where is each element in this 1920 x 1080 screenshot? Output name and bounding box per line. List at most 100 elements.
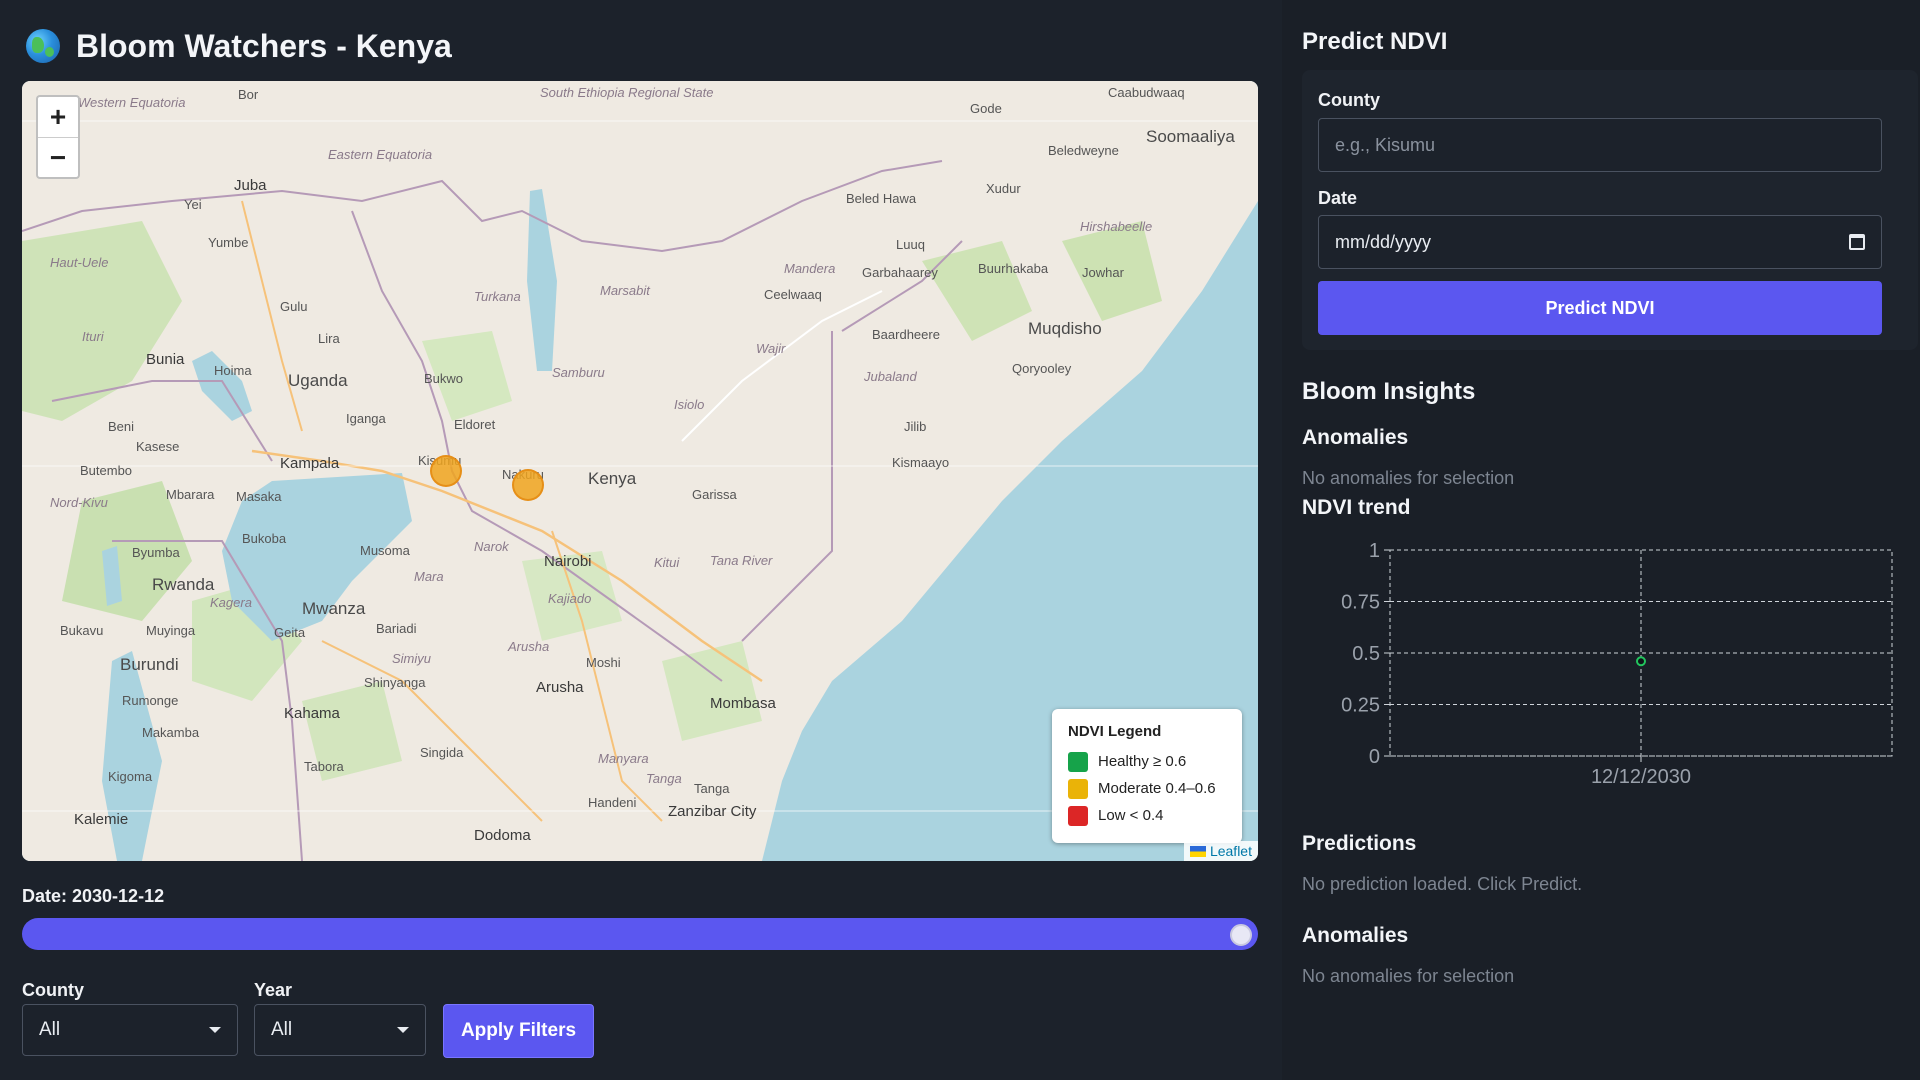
predict-county-input[interactable]: e.g., Kisumu: [1318, 118, 1882, 172]
map-label: Tana River: [710, 553, 773, 568]
predict-county-label: County: [1318, 90, 1380, 110]
map-label: Muyinga: [146, 623, 196, 638]
map-label: Jubaland: [864, 369, 917, 384]
map-label: Arusha: [536, 679, 584, 696]
map-label: Hoima: [214, 363, 252, 378]
map-label: South Ethiopia Regional State: [540, 85, 714, 100]
predict-date-input[interactable]: mm/dd/yyyy: [1318, 215, 1882, 269]
app-header: Bloom Watchers - Kenya: [26, 26, 452, 66]
map-label: Rwanda: [152, 575, 215, 594]
map-label: Kasese: [136, 439, 180, 454]
x-tick-label: 12/12/2030: [1591, 766, 1691, 788]
legend-label: Low < 0.4: [1098, 807, 1164, 824]
map-label: Ceelwaaq: [764, 287, 822, 302]
county-select-value: All: [39, 1019, 61, 1040]
legend-label: Healthy ≥ 0.6: [1098, 753, 1187, 770]
county-select[interactable]: All: [22, 1004, 238, 1056]
ndvi-legend: NDVI Legend Healthy ≥ 0.6 Moderate 0.4–0…: [1052, 709, 1242, 843]
date-slider[interactable]: [22, 918, 1258, 950]
map-label: Mwanza: [302, 599, 366, 618]
map-label: Kampala: [280, 455, 340, 472]
leaflet-link[interactable]: Leaflet: [1210, 843, 1252, 859]
map-label: Bunia: [146, 351, 185, 368]
map-label: Buurhakaba: [978, 261, 1049, 276]
year-filter-label: Year: [254, 980, 293, 1000]
apply-filters-button[interactable]: Apply Filters: [443, 1004, 594, 1058]
legend-title: NDVI Legend: [1068, 723, 1162, 740]
anomalies-heading-2: Anomalies: [1302, 924, 1409, 947]
map-label: Ituri: [82, 329, 104, 344]
map-label: Turkana: [474, 289, 521, 304]
map-label: Beledweyne: [1048, 143, 1119, 158]
ndvi-marker-nakuru[interactable]: [512, 469, 544, 501]
map-label: Gode: [970, 101, 1002, 116]
map-label: Kitui: [654, 555, 680, 570]
map-label: Nord-Kivu: [50, 495, 108, 510]
map-label: Simiyu: [392, 651, 432, 666]
y-tick-label: 0.5: [1352, 643, 1380, 665]
y-tick-label: 0.75: [1341, 592, 1380, 614]
county-input-placeholder: e.g., Kisumu: [1335, 134, 1436, 155]
map-label: Arusha: [508, 639, 550, 654]
predict-heading: Predict NDVI: [1302, 28, 1448, 55]
anomalies-heading: Anomalies: [1302, 426, 1409, 449]
legend-label: Moderate 0.4–0.6: [1098, 780, 1216, 797]
map-label: Beled Hawa: [846, 191, 917, 206]
map-label: Luuq: [896, 237, 925, 252]
chevron-down-icon: [209, 1027, 221, 1033]
map-label: Dodoma: [474, 827, 531, 844]
map-label: Mbarara: [166, 487, 215, 502]
map-label: Soomaaliya: [1146, 127, 1235, 146]
ndvi-trend-heading: NDVI trend: [1302, 496, 1411, 519]
predict-ndvi-button[interactable]: Predict NDVI: [1318, 281, 1882, 335]
map-label: Jowhar: [1082, 265, 1124, 280]
map-label: Mara: [414, 569, 444, 584]
globe-icon: [26, 29, 60, 63]
map-label: Mombasa: [710, 695, 776, 712]
ukraine-flag-icon: [1189, 845, 1206, 857]
map-label: Garbahaarey: [862, 265, 938, 280]
map-label: Baardheere: [872, 327, 940, 342]
map-label: Eastern Equatoria: [328, 147, 433, 162]
map-label: Kismaayo: [892, 455, 950, 470]
zoom-in-button[interactable]: +: [38, 97, 78, 137]
map-label: Bukavu: [60, 623, 104, 638]
map-label: Lira: [318, 331, 340, 346]
y-tick-label: 0.25: [1341, 695, 1380, 717]
calendar-icon[interactable]: [1849, 234, 1865, 250]
map-label: Handeni: [588, 795, 637, 810]
map-label: Geita: [274, 625, 306, 640]
chevron-down-icon: [397, 1027, 409, 1033]
ndvi-marker-kisumu[interactable]: [430, 455, 462, 487]
map-label: Moshi: [586, 655, 621, 670]
map-label: Masaka: [236, 489, 282, 504]
map-label: Mandera: [784, 261, 836, 276]
y-tick-label: 0: [1369, 746, 1380, 768]
map-label: Tanga: [646, 771, 682, 786]
map-label: Yei: [184, 197, 202, 212]
map-label: Qoryooley: [1012, 361, 1072, 376]
legend-item-healthy: Healthy ≥ 0.6: [1068, 748, 1226, 775]
anomalies-text: No anomalies for selection: [1302, 468, 1515, 488]
map-label: Byumba: [132, 545, 180, 560]
map-label: Bukwo: [424, 371, 464, 386]
map-view[interactable]: Bor Juba Yei Yumbe Gulu Lira Bunia Hoima…: [22, 81, 1258, 861]
map-label: Narok: [474, 539, 509, 554]
slider-thumb[interactable]: [1230, 924, 1252, 946]
map-label: Gulu: [280, 299, 308, 314]
ndvi-data-point: [1636, 656, 1646, 667]
main-panel: Bloom Watchers - Kenya Bor Juba Yei Yumb…: [0, 0, 1282, 1080]
map-label: Kahama: [284, 705, 340, 722]
map-label: Beni: [108, 419, 135, 434]
map-label: Kenya: [588, 469, 637, 488]
map-label: Tabora: [304, 759, 344, 774]
year-select-value: All: [271, 1019, 293, 1040]
zoom-out-button[interactable]: −: [38, 137, 78, 177]
date-input-placeholder: mm/dd/yyyy: [1335, 231, 1432, 252]
map-label: Iganga: [346, 411, 386, 426]
year-select[interactable]: All: [254, 1004, 426, 1056]
map-label: Marsabit: [600, 283, 650, 298]
map-label: Caabudwaaq: [1108, 85, 1185, 100]
predictions-heading: Predictions: [1302, 832, 1417, 855]
y-tick-label: 1: [1369, 540, 1380, 562]
